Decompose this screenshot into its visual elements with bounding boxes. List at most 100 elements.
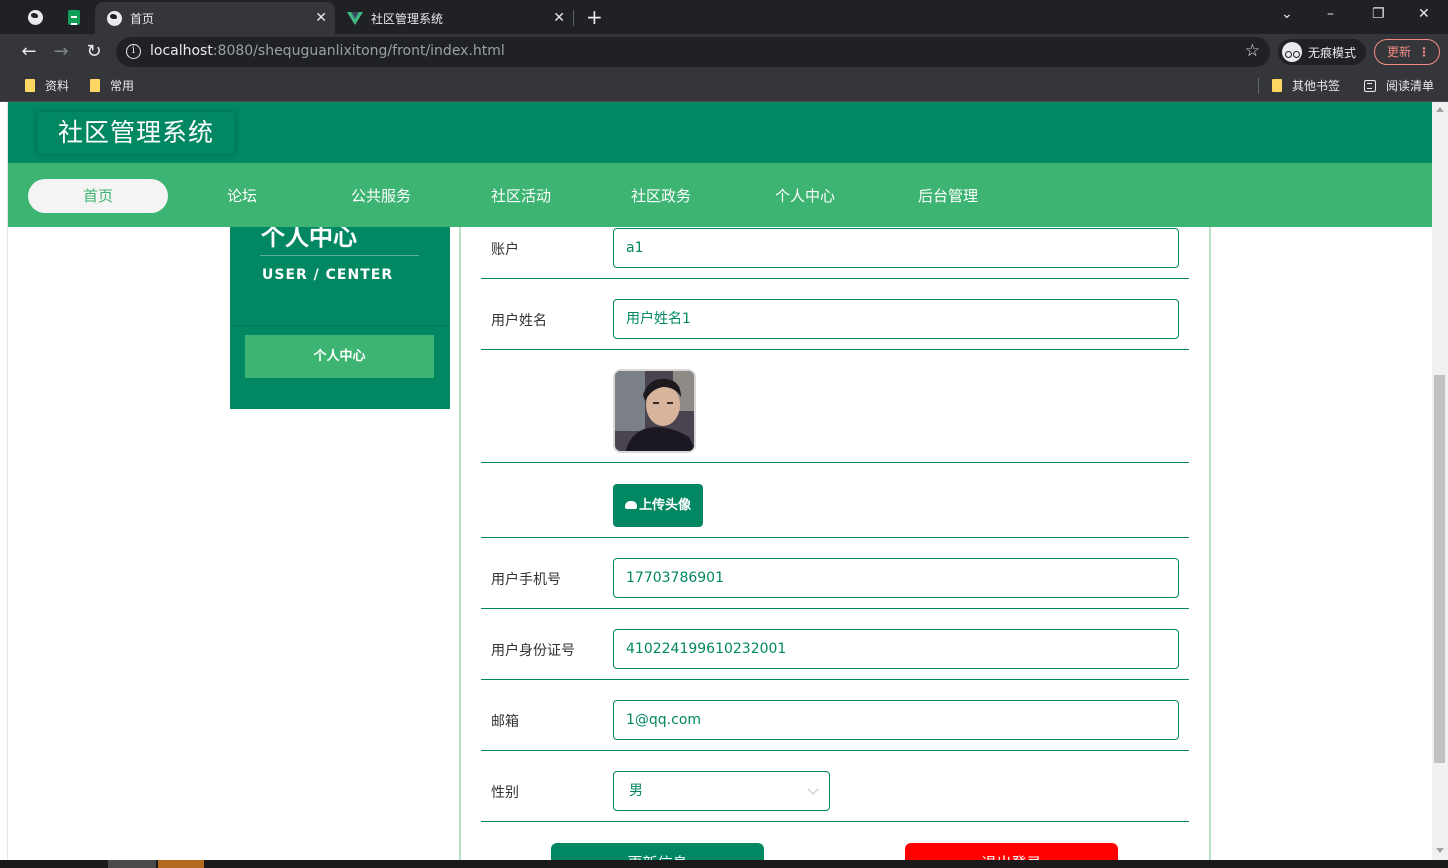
update-button[interactable]: 更新 ⋮ bbox=[1374, 39, 1440, 65]
back-arrow-icon[interactable]: ← bbox=[16, 40, 42, 64]
sheets-icon bbox=[68, 9, 80, 25]
reading-list[interactable]: 阅读清单 bbox=[1364, 77, 1434, 94]
row-divider bbox=[481, 462, 1189, 463]
window-close-icon[interactable]: ✕ bbox=[1418, 4, 1430, 24]
nav-item-public-services[interactable]: 公共服务 bbox=[336, 179, 426, 213]
cloud-upload-icon bbox=[624, 500, 637, 509]
upload-avatar-label: 上传头像 bbox=[638, 498, 691, 513]
update-info-button[interactable]: 更新信息 bbox=[551, 843, 764, 860]
nav-item-admin[interactable]: 后台管理 bbox=[903, 179, 993, 213]
tab-home[interactable]: 首页 ✕ bbox=[95, 2, 335, 34]
account-label: 账户 bbox=[491, 242, 519, 258]
gender-label: 性别 bbox=[491, 785, 519, 801]
nav-item-community-activities[interactable]: 社区活动 bbox=[476, 179, 566, 213]
globe-icon bbox=[107, 10, 122, 26]
page-viewport: 个人中心 USER / CENTER 个人中心 账户 a1 用户姓名 用户姓名1… bbox=[0, 102, 1448, 860]
taskbar-item[interactable] bbox=[108, 860, 156, 868]
sidebar-divider bbox=[260, 255, 419, 256]
row-divider bbox=[481, 537, 1189, 538]
sidebar-item-user-center[interactable]: 个人中心 bbox=[245, 335, 434, 378]
scroll-down-arrow-icon[interactable] bbox=[1436, 848, 1444, 853]
main-nav: 首页 论坛 公共服务 社区活动 社区政务 个人中心 后台管理 bbox=[8, 163, 1432, 227]
email-label: 邮箱 bbox=[491, 714, 519, 730]
page-gutter bbox=[0, 102, 8, 860]
nav-item-community-affairs[interactable]: 社区政务 bbox=[616, 179, 706, 213]
pinned-tab-sheets[interactable] bbox=[55, 4, 93, 30]
row-divider bbox=[481, 608, 1189, 609]
idcard-label: 用户身份证号 bbox=[491, 643, 575, 659]
scroll-up-arrow-icon[interactable] bbox=[1436, 107, 1444, 112]
url-path: :8080/shequguanlixitong/front/index.html bbox=[212, 43, 505, 59]
account-field[interactable]: a1 bbox=[613, 228, 1179, 268]
reading-list-label: 阅读清单 bbox=[1386, 79, 1435, 93]
row-divider bbox=[481, 679, 1189, 680]
bookmark-label: 常用 bbox=[110, 79, 135, 93]
url-host: localhost bbox=[150, 43, 213, 59]
nav-item-user-center[interactable]: 个人中心 bbox=[760, 179, 850, 213]
pinned-tab-globe[interactable] bbox=[16, 4, 54, 30]
info-icon[interactable]: i bbox=[126, 44, 141, 59]
more-menu-icon: ⋮ bbox=[1418, 45, 1430, 59]
chevron-down-icon bbox=[807, 783, 819, 795]
tab-title: 首页 bbox=[130, 11, 155, 26]
globe-icon bbox=[27, 9, 43, 25]
bookmarks-bar: 资料 常用 其他书签 阅读清单 bbox=[0, 70, 1448, 102]
incognito-label: 无痕模式 bbox=[1308, 45, 1357, 60]
upload-avatar-button[interactable]: 上传头像 bbox=[613, 484, 703, 527]
tab-title: 社区管理系统 bbox=[371, 11, 444, 26]
incognito-indicator[interactable]: 无痕模式 bbox=[1278, 39, 1367, 65]
tab-community-system[interactable]: 社区管理系统 ✕ bbox=[335, 2, 573, 34]
row-divider bbox=[481, 821, 1189, 822]
restore-icon[interactable]: ❐ bbox=[1372, 4, 1385, 24]
idcard-field[interactable]: 410224199610232001 bbox=[613, 629, 1179, 669]
update-label: 更新 bbox=[1387, 45, 1412, 59]
folder-icon bbox=[1272, 79, 1282, 92]
phone-label: 用户手机号 bbox=[491, 572, 561, 588]
reload-icon[interactable]: ↻ bbox=[81, 40, 107, 64]
bookmarks-separator bbox=[1258, 78, 1259, 94]
sidebar-subtitle: USER / CENTER bbox=[262, 267, 394, 283]
minimize-icon[interactable]: – bbox=[1327, 4, 1334, 24]
row-divider bbox=[481, 278, 1189, 279]
other-bookmarks[interactable]: 其他书签 bbox=[1272, 77, 1340, 94]
logout-button[interactable]: 退出登录 bbox=[905, 843, 1118, 860]
bookmark-label: 资料 bbox=[45, 79, 70, 93]
incognito-icon bbox=[1282, 42, 1302, 62]
browser-tab-strip: 首页 ✕ 社区管理系统 ✕ + ⌄ – ❐ ✕ bbox=[0, 0, 1448, 34]
url-text: localhost:8080/shequguanlixitong/front/i… bbox=[150, 43, 505, 59]
user-center-sidebar: 个人中心 USER / CENTER 个人中心 bbox=[230, 223, 450, 409]
avatar-photo bbox=[615, 371, 694, 451]
bookmark-star-icon[interactable]: ☆ bbox=[1245, 41, 1260, 61]
name-label: 用户姓名 bbox=[491, 313, 547, 329]
reading-list-icon bbox=[1364, 79, 1376, 92]
avatar bbox=[613, 369, 696, 453]
site-title[interactable]: 社区管理系统 bbox=[37, 112, 235, 154]
address-bar[interactable]: i localhost:8080/shequguanlixitong/front… bbox=[116, 37, 1270, 67]
browser-toolbar: ← → ↻ i localhost:8080/shequguanlixitong… bbox=[0, 34, 1448, 70]
close-icon[interactable]: ✕ bbox=[315, 10, 327, 26]
scroll-thumb[interactable] bbox=[1434, 375, 1445, 763]
tab-search-icon[interactable]: ⌄ bbox=[1281, 4, 1293, 24]
name-field[interactable]: 用户姓名1 bbox=[613, 299, 1179, 339]
row-divider bbox=[481, 349, 1189, 350]
gender-select[interactable]: 男 bbox=[613, 771, 830, 811]
page-scrollbar[interactable] bbox=[1432, 102, 1448, 860]
phone-field[interactable]: 17703786901 bbox=[613, 558, 1179, 598]
vue-icon bbox=[347, 11, 363, 25]
bookmark-folder-ziliao[interactable]: 资料 bbox=[25, 77, 69, 94]
site-header: 社区管理系统 bbox=[8, 102, 1432, 163]
row-divider bbox=[481, 750, 1189, 751]
forward-arrow-icon[interactable]: → bbox=[48, 40, 74, 64]
gender-selected-value: 男 bbox=[629, 783, 643, 799]
taskbar-item[interactable] bbox=[158, 860, 204, 868]
bookmark-folder-changyong[interactable]: 常用 bbox=[90, 77, 134, 94]
nav-item-home[interactable]: 首页 bbox=[28, 179, 168, 213]
new-tab-button[interactable]: + bbox=[586, 6, 603, 28]
close-icon[interactable]: ✕ bbox=[553, 10, 565, 26]
other-bookmarks-label: 其他书签 bbox=[1292, 79, 1341, 93]
email-field[interactable]: 1@qq.com bbox=[613, 700, 1179, 740]
nav-item-forum[interactable]: 论坛 bbox=[202, 179, 282, 213]
os-taskbar bbox=[0, 860, 1448, 868]
folder-icon bbox=[25, 79, 35, 92]
sidebar-divider bbox=[230, 325, 450, 326]
